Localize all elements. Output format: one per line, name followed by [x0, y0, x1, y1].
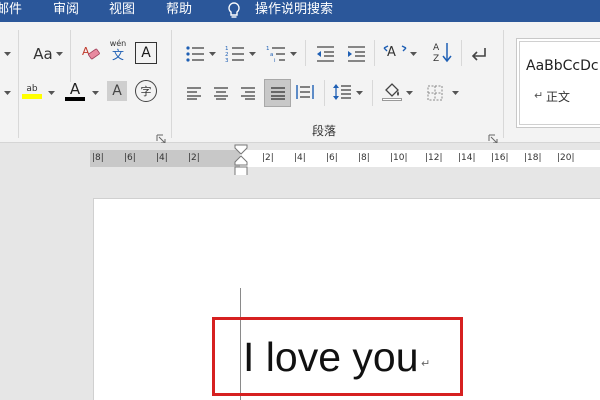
borders-dropdown[interactable]	[452, 82, 459, 104]
menu-item-review[interactable]: 审阅	[53, 0, 79, 22]
style-sample-text: AaBbCcDc	[526, 58, 599, 74]
highlight-dropdown[interactable]	[48, 82, 55, 104]
phonetic-guide-char: 文	[111, 47, 124, 62]
ruler-tick: |12|	[425, 153, 443, 163]
svg-text:a: a	[270, 52, 273, 58]
ruler-tick: |4|	[156, 153, 168, 163]
paragraph-mark-icon: ↵	[534, 89, 544, 102]
phonetic-guide-top: wén	[109, 38, 127, 48]
ruler-tick: |14|	[458, 153, 476, 163]
paragraph-group-label: 段落	[312, 124, 337, 138]
shading-color-bar	[382, 97, 402, 101]
change-case-dropdown[interactable]	[56, 43, 63, 65]
ruler-tick: |10|	[390, 153, 408, 163]
style-normal-tile[interactable]: AaBbCcDc ↵ 正文	[519, 41, 600, 125]
menu-item-mailings[interactable]: 邮件	[0, 0, 22, 22]
svg-text:1: 1	[266, 46, 270, 52]
line-spacing-dropdown[interactable]	[356, 82, 363, 104]
enclose-characters-button[interactable]: 字	[135, 80, 157, 102]
separator	[171, 30, 172, 138]
ruler-tick: |18|	[524, 153, 542, 163]
shading-dropdown[interactable]	[406, 82, 413, 104]
separator	[461, 40, 462, 66]
svg-text:Z: Z	[433, 54, 439, 63]
styles-gallery: AaBbCcDc ↵ 正文	[516, 38, 600, 128]
clear-formatting-icon[interactable]: A	[80, 42, 102, 64]
sort-icon[interactable]: AZ	[432, 41, 454, 63]
chinese-layout-dropdown[interactable]	[410, 43, 417, 65]
font-size-dropdown[interactable]	[4, 43, 11, 65]
separator	[18, 30, 19, 138]
lightbulb-icon[interactable]	[226, 1, 242, 20]
menu-item-view[interactable]: 视图	[109, 0, 135, 22]
style-name: 正文	[546, 90, 571, 104]
menu-bar: 邮件 审阅 视图 帮助 操作说明搜索	[0, 0, 600, 22]
justify-button[interactable]	[264, 79, 291, 107]
numbering-icon[interactable]: 123	[224, 43, 246, 65]
separator	[372, 80, 373, 106]
svg-text:3: 3	[225, 58, 229, 63]
ruler-tick: |20|	[557, 153, 575, 163]
separator	[70, 30, 71, 82]
dropdown-arrow[interactable]	[4, 82, 11, 104]
svg-text:A: A	[433, 43, 440, 53]
character-border-button[interactable]: A	[135, 42, 157, 64]
highlight-color-bar	[22, 93, 42, 99]
ruler-tick: |8|	[92, 153, 104, 163]
separator	[374, 40, 375, 66]
increase-indent-icon[interactable]	[345, 43, 367, 65]
highlight-label: ab	[26, 83, 38, 94]
align-center-icon[interactable]	[211, 82, 231, 104]
line-spacing-icon[interactable]	[331, 81, 353, 103]
show-paragraph-marks-icon[interactable]	[468, 43, 490, 65]
decrease-indent-icon[interactable]	[314, 43, 336, 65]
svg-text:A: A	[82, 45, 90, 58]
svg-text:i: i	[274, 58, 276, 63]
tell-me-search[interactable]: 操作说明搜索	[255, 0, 333, 22]
separator	[503, 30, 504, 138]
font-color-dropdown[interactable]	[92, 82, 99, 104]
ruler-tick: |2|	[262, 153, 274, 163]
bullets-icon[interactable]	[184, 43, 206, 65]
ruler-tick: |8|	[358, 153, 370, 163]
ruler-tick: |6|	[124, 153, 136, 163]
align-right-icon[interactable]	[238, 82, 258, 104]
font-dialog-launcher-icon[interactable]	[156, 129, 166, 144]
ruler-tick: |16|	[491, 153, 509, 163]
chinese-layout-icon[interactable]: A	[382, 42, 408, 64]
ruler-tick: |2|	[188, 153, 200, 163]
text-highlight-button[interactable]: ab	[20, 80, 44, 102]
annotation-highlight-box	[212, 317, 463, 396]
align-left-icon[interactable]	[184, 82, 204, 104]
separator	[305, 40, 306, 66]
svg-text:A: A	[387, 45, 396, 60]
font-color-bar	[65, 97, 85, 101]
multilevel-list-icon[interactable]: 1ai	[265, 43, 287, 65]
ruler-tick: |6|	[326, 153, 338, 163]
shading-button[interactable]	[381, 80, 403, 102]
change-case-button[interactable]: Aa	[30, 43, 56, 65]
horizontal-ruler[interactable]: |8| |6| |4| |2| |2| |4| |6| |8| |10| |12…	[90, 150, 600, 167]
numbering-dropdown[interactable]	[249, 43, 256, 65]
phonetic-guide-button[interactable]: wén 文	[108, 38, 128, 62]
multilevel-list-dropdown[interactable]	[290, 43, 297, 65]
font-color-letter: A	[69, 80, 81, 98]
indent-marker-icon[interactable]	[234, 144, 248, 178]
borders-icon[interactable]	[425, 82, 445, 104]
distributed-align-icon[interactable]	[294, 81, 316, 103]
ruler-tick: |4|	[294, 153, 306, 163]
separator	[324, 80, 325, 106]
menu-item-help[interactable]: 帮助	[166, 0, 192, 22]
paragraph-dialog-launcher-icon[interactable]	[488, 129, 498, 144]
font-color-button[interactable]: A	[64, 80, 86, 102]
ribbon: Aa A wén 文 A ab A A 字 123 1 a i A A Z 段落…	[0, 22, 600, 144]
bullets-dropdown[interactable]	[209, 43, 216, 65]
character-shading-button[interactable]: A	[107, 81, 127, 101]
